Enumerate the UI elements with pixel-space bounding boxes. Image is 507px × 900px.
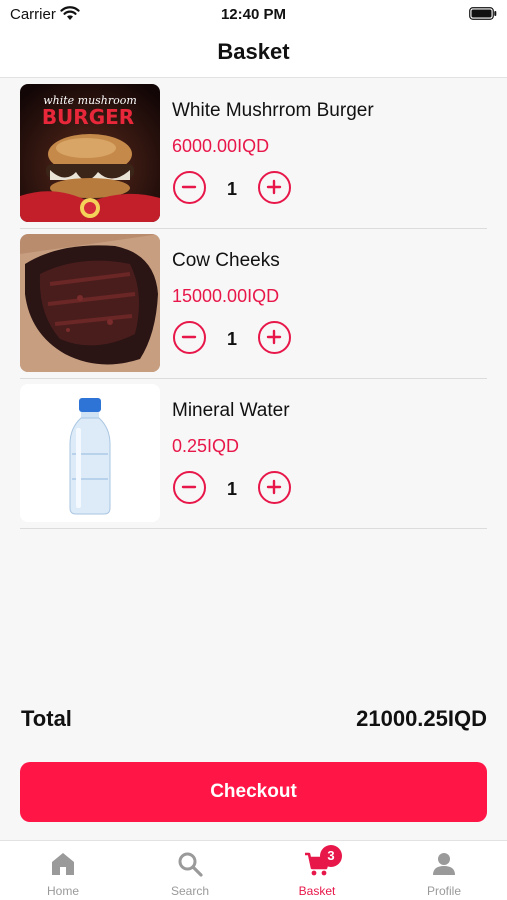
meat-photo xyxy=(20,234,160,372)
page-title: Basket xyxy=(217,39,290,64)
search-icon xyxy=(178,852,203,877)
decrease-quantity-button[interactable] xyxy=(173,171,206,204)
basket-list: white mushroom BURGER White Mushrrom Bur… xyxy=(20,79,487,529)
plus-icon xyxy=(266,179,282,195)
decrease-quantity-button[interactable] xyxy=(173,321,206,354)
decrease-quantity-button[interactable] xyxy=(173,471,206,504)
basket-item: white mushroom BURGER White Mushrrom Bur… xyxy=(20,79,487,229)
quantity-stepper: 1 xyxy=(172,471,302,505)
basket-item: Mineral Water 0.25IQD 1 xyxy=(20,379,487,529)
total-label: Total xyxy=(21,706,72,731)
item-price: 6000.00IQD xyxy=(172,136,270,156)
person-icon xyxy=(433,853,455,875)
burger-photo-title: BURGER xyxy=(42,105,134,129)
tab-bar: Home Search 3 Basket Profile xyxy=(0,840,507,900)
item-name: Mineral Water xyxy=(172,400,290,421)
cart-badge: 3 xyxy=(320,845,342,867)
increase-quantity-button[interactable] xyxy=(258,171,291,204)
quantity-value: 1 xyxy=(226,179,237,199)
water-bottle-photo xyxy=(20,384,160,522)
increase-quantity-button[interactable] xyxy=(258,471,291,504)
minus-icon xyxy=(181,335,197,339)
minus-icon xyxy=(181,485,197,489)
quantity-stepper: 1 xyxy=(172,321,302,355)
tab-profile[interactable]: Profile xyxy=(381,841,507,900)
item-price: 0.25IQD xyxy=(172,436,240,456)
item-price: 15000.00IQD xyxy=(172,286,280,306)
tab-basket[interactable]: 3 Basket xyxy=(254,841,380,900)
total-value: 21000.25IQD xyxy=(356,706,487,731)
burger-image: white mushroom BURGER xyxy=(20,84,160,222)
tab-label: Search xyxy=(170,884,210,898)
meat-image xyxy=(20,234,160,372)
quantity-value: 1 xyxy=(226,329,237,349)
increase-quantity-button[interactable] xyxy=(258,321,291,354)
tab-label: Home xyxy=(46,884,79,898)
quantity-stepper: 1 xyxy=(172,171,302,205)
burger-photo: white mushroom BURGER xyxy=(20,84,160,222)
tab-label: Basket xyxy=(298,884,336,898)
tab-search[interactable]: Search xyxy=(127,841,253,900)
plus-icon xyxy=(266,329,282,345)
navigation-header: Basket xyxy=(0,28,507,78)
checkout-button[interactable]: Checkout xyxy=(20,762,487,822)
status-clock: 12:40 PM xyxy=(220,6,287,23)
status-bar: Carrier 12:40 PM xyxy=(0,0,507,28)
basket-item: Cow Cheeks 15000.00IQD 1 xyxy=(20,229,487,379)
item-name: White Mushrrom Burger xyxy=(172,100,374,121)
item-name: Cow Cheeks xyxy=(172,250,280,271)
minus-icon xyxy=(181,185,197,189)
battery-icon xyxy=(469,7,497,20)
quantity-value: 1 xyxy=(226,479,237,499)
water-bottle-image xyxy=(20,384,160,522)
tab-home[interactable]: Home xyxy=(0,841,126,900)
plus-icon xyxy=(266,479,282,495)
tab-label: Profile xyxy=(426,884,461,898)
home-icon xyxy=(52,853,74,875)
